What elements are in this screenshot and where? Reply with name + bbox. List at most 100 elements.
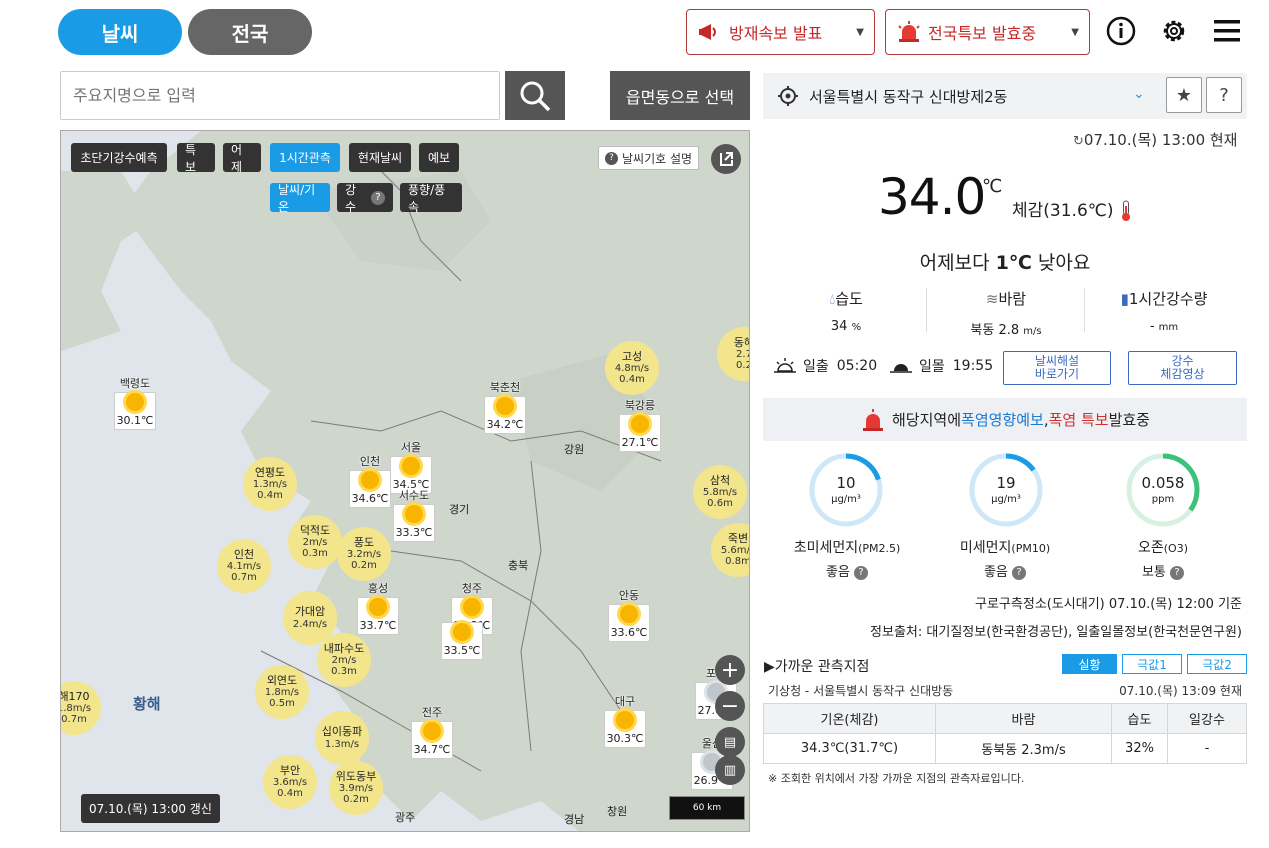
rain-video-button[interactable]: 강수 체감영상	[1128, 351, 1237, 385]
tab-current[interactable]: 현재날씨	[349, 143, 411, 172]
help-button[interactable]: ?	[1206, 77, 1242, 113]
rain-label: 1시간강수량	[1128, 290, 1208, 308]
buoy-marker[interactable]: 연평도 1.3m/s 0.4m	[243, 457, 297, 511]
table-header: 습도	[1111, 703, 1168, 734]
buoy-marker[interactable]: 내파수도 2m/s 0.3m	[317, 633, 371, 687]
heat-forecast-link[interactable]: 폭염영향예보	[961, 409, 1044, 430]
sun-icon	[453, 623, 471, 641]
disaster-alert-dropdown[interactable]: 방재속보 발표 ▼	[686, 9, 875, 55]
buoy-marker[interactable]: 십이동파 1.3m/s	[315, 711, 369, 765]
info-icon[interactable]	[1106, 16, 1136, 46]
tab-forecast[interactable]: 예보	[419, 143, 459, 172]
station-marker[interactable]: 홍성 33.7℃	[357, 580, 399, 635]
weather-map[interactable]: 초단기강수예측 특보 어제 1시간관측 현재날씨 예보 날씨/기온 강수 ? 풍…	[60, 130, 750, 832]
zoom-in-button[interactable]: +	[715, 655, 745, 685]
buoy-marker[interactable]: 삼척 5.8m/s 0.6m	[693, 465, 747, 519]
emd-select-button[interactable]: 읍면동으로 선택	[610, 71, 750, 120]
subtab-wind[interactable]: 풍향/풍속	[400, 183, 462, 214]
region-label: 경기	[449, 503, 470, 516]
buoy-wind: 3.6m/s	[272, 777, 308, 789]
question-icon: ?	[1219, 84, 1229, 106]
refresh-icon[interactable]: ↻	[1073, 134, 1084, 149]
station-marker[interactable]: 대구 30.3℃	[604, 693, 646, 748]
external-link-icon	[720, 152, 733, 166]
zoom-out-button[interactable]: −	[715, 691, 745, 721]
tab-weather[interactable]: 날씨	[58, 9, 182, 55]
buoy-marker[interactable]: 풍도 3.2m/s 0.2m	[337, 527, 391, 581]
sunset-time: 19:55	[952, 358, 994, 374]
buoy-name: 연평도	[254, 465, 286, 479]
compare-suffix: 낮아요	[1031, 252, 1091, 274]
layers-button[interactable]: ▥	[715, 755, 745, 785]
external-link-button[interactable]	[711, 144, 741, 174]
tab-yesterday[interactable]: 어제	[223, 143, 261, 174]
weather-symbol-legend-button[interactable]: ? 날씨기호 설명	[598, 146, 700, 170]
favorite-button[interactable]: ★	[1166, 77, 1202, 113]
station-card: 33.5℃	[441, 622, 483, 660]
pm25-name: 초미세먼지	[793, 540, 859, 556]
subtab-rain[interactable]: 강수 ?	[337, 182, 393, 214]
buoy-marker[interactable]: 고성 4.8m/s 0.4m	[605, 341, 659, 395]
table-cell: 32%	[1111, 733, 1168, 764]
obs-note: ※ 조회한 위치에서 가장 가까운 지점의 관측자료입니다.	[768, 772, 1025, 785]
heat-alert-link[interactable]: 폭염 특보	[1049, 409, 1109, 430]
help-icon[interactable]: ?	[371, 190, 385, 205]
wind-metric: ≋바람 북동 2.8 m/s	[926, 288, 1086, 338]
buoy-wind: 2m/s	[302, 537, 328, 549]
help-icon[interactable]: ?	[854, 565, 869, 580]
buoy-marker[interactable]: 외연도 1.8m/s 0.5m	[255, 665, 309, 719]
search-input[interactable]	[60, 71, 500, 120]
buoy-marker[interactable]: 위도동부 3.9m/s 0.2m	[329, 761, 383, 815]
sea-label: 황해	[133, 695, 161, 713]
subtab-weather-temp[interactable]: 날씨/기온	[270, 183, 330, 214]
compare-prefix: 어제보다	[919, 252, 996, 274]
buoy-wind: 1.8m/s	[264, 687, 300, 699]
weather-commentary-button[interactable]: 날씨해설 바로가기	[1003, 351, 1111, 385]
station-marker[interactable]: 북춘천 34.2℃	[484, 379, 526, 434]
station-marker[interactable]: 서수도 33.3℃	[393, 487, 435, 542]
chevron-down-icon[interactable]: ⌄	[1133, 86, 1145, 102]
menu-icon[interactable]	[1212, 16, 1242, 46]
humidity-metric: 💧︎습도 34 %	[766, 288, 926, 334]
current-time-label: 07.10.(목) 13:00 현재	[1083, 131, 1238, 149]
obs-tab-live[interactable]: 실황	[1062, 654, 1117, 674]
pm25-status: 좋음 ?	[772, 561, 922, 580]
buoy-marker[interactable]: 부안 3.6m/s 0.4m	[263, 755, 317, 809]
ruler-button[interactable]: ▤	[715, 727, 745, 757]
pm10-name: 미세먼지	[959, 540, 1012, 556]
region-label: 광주	[395, 811, 416, 824]
gear-icon[interactable]	[1159, 16, 1189, 46]
tab-nation[interactable]: 전국	[188, 9, 312, 55]
tab-warning[interactable]: 특보	[177, 143, 215, 174]
buoy-wind: 5.8m/s	[702, 487, 738, 499]
station-marker[interactable]: 백령도 30.1℃	[114, 375, 156, 430]
pm10-gauge: 19 μg/m³	[969, 453, 1043, 527]
station-marker[interactable]: 인천 34.6℃	[349, 453, 391, 508]
station-name: 서울	[400, 441, 422, 454]
station-name: 서수도	[398, 489, 430, 502]
obs-tab-extreme2[interactable]: 극값2	[1187, 654, 1247, 674]
crosshair-icon[interactable]	[777, 85, 799, 107]
subtab-rain-label: 강수	[345, 182, 357, 214]
station-marker[interactable]: 북강릉 27.1℃	[619, 397, 661, 452]
help-icon[interactable]: ?	[1170, 565, 1185, 580]
feels-like: 체감(31.6℃)	[1012, 196, 1133, 223]
ozone-gauge: 0.058 ppm	[1126, 453, 1200, 527]
search-button[interactable]	[505, 71, 565, 120]
national-alert-dropdown[interactable]: 전국특보 발효중 ▼	[885, 9, 1090, 55]
tab-hourly-obs[interactable]: 1시간관측	[270, 143, 340, 172]
obs-tab-extreme1[interactable]: 극값1	[1122, 654, 1182, 674]
buoy-marker[interactable]: 덕적도 2m/s 0.3m	[288, 515, 342, 569]
buoy-marker[interactable]: 인천 4.1m/s 0.7m	[217, 539, 271, 593]
station-marker[interactable]: 서울 34.5℃	[390, 439, 432, 494]
station-marker[interactable]: 33.5℃	[441, 621, 483, 660]
buoy-wind: 4.1m/s	[226, 561, 262, 573]
tab-nowcast[interactable]: 초단기강수예측	[71, 143, 167, 172]
station-card: 34.2℃	[484, 396, 526, 434]
station-marker[interactable]: 전주 34.7℃	[411, 704, 453, 759]
help-icon[interactable]: ?	[1012, 565, 1027, 580]
station-card: 27.1℃	[619, 414, 661, 452]
location-selector[interactable]: 서울특별시 동작구 신대방제2동 ⌄ ★ ?	[763, 73, 1247, 119]
station-marker[interactable]: 안동 33.6℃	[608, 587, 650, 642]
buoy-name: 해170	[60, 689, 90, 703]
